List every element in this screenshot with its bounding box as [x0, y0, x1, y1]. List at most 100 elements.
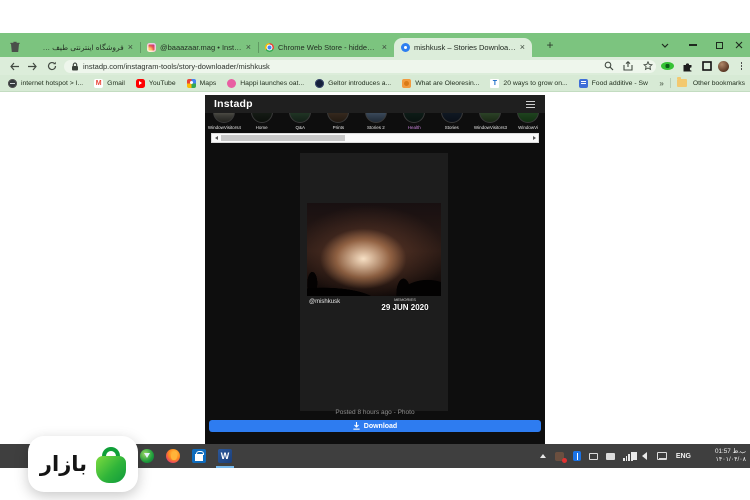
story-photo-lightning-storm[interactable] [307, 203, 441, 296]
folder-icon [677, 79, 687, 87]
browser-menu-icon[interactable] [735, 60, 748, 73]
reload-icon[interactable] [46, 60, 58, 72]
navy-site-icon [315, 79, 324, 88]
media-device-icon[interactable] [606, 451, 616, 461]
new-tab-button[interactable]: + [543, 38, 557, 52]
minimize-button[interactable] [680, 33, 706, 57]
bookmark-20-ways[interactable]: T20 ways to grow on... [490, 79, 567, 88]
back-icon[interactable] [8, 60, 20, 72]
bazaar-bag-icon [96, 451, 126, 483]
volume-icon[interactable] [640, 451, 650, 461]
network-signal-icon[interactable] [623, 451, 633, 461]
firefox-icon[interactable] [166, 449, 180, 463]
bookmarks-overflow-icon[interactable]: » [659, 79, 663, 88]
taskbar-clock[interactable]: 01:57 ب.ظ ۱۴۰۱/۰۴/۰۸ [700, 448, 746, 465]
gmail-icon: M [94, 79, 103, 88]
tab-mishkusk-stories[interactable]: mishkusk – Stories Downloader × [394, 38, 532, 57]
extensions-puzzle-icon[interactable] [681, 60, 694, 73]
bluetooth-icon[interactable] [572, 451, 582, 461]
close-tab-icon[interactable]: × [128, 43, 133, 52]
tab-shop-teyf-sanat[interactable]: فروشگاه اینترنتی طیف سنتر × [32, 38, 140, 57]
touch-keyboard-icon[interactable] [657, 451, 667, 461]
bookmark-internet-hotspot[interactable]: internet hotspot > I... [8, 79, 83, 88]
tabs-container: فروشگاه اینترنتی طیف سنتر × @baaazaar.ma… [32, 38, 532, 57]
profile-avatar[interactable] [717, 60, 730, 73]
recycle-bin-icon[interactable] [9, 41, 21, 53]
zoom-icon[interactable] [602, 60, 615, 73]
memories-sticker: MEMORIES 29 JUN 2020 [372, 297, 438, 312]
share-icon[interactable] [622, 60, 635, 73]
bazaar-badge: بازار [28, 436, 138, 492]
tab-title: فروشگاه اینترنتی طیف سنتر [39, 43, 124, 52]
hamburger-menu-icon[interactable] [526, 101, 535, 108]
tab-title: @baaazaar.mag • Instagram pho [160, 43, 242, 52]
tab-search-chevron-icon[interactable] [652, 33, 678, 57]
usb-icon[interactable] [589, 451, 599, 461]
bookmarks-list: internet hotspot > I... MGmail YouTube M… [8, 75, 648, 91]
taskbar-apps: W [140, 444, 232, 468]
screenshot-frame: فروشگاه اینترنتی طیف سنتر × @baaazaar.ma… [0, 0, 750, 500]
close-tab-icon[interactable]: × [382, 43, 387, 52]
tab-instagram-baaazaar[interactable]: @baaazaar.mag • Instagram pho × [140, 38, 258, 57]
other-bookmarks-button[interactable]: Other bookmarks [693, 80, 745, 87]
notification-app-icon[interactable] [555, 451, 565, 461]
word-icon: W [218, 449, 232, 463]
bookmark-geltor[interactable]: Geltor introduces a... [315, 79, 391, 88]
story-card: @mishkusk MEMORIES 29 JUN 2020 [300, 153, 448, 411]
bookmark-oleoresin[interactable]: What are Oleoresin... [402, 79, 479, 88]
divider [670, 78, 671, 88]
square-extension-icon[interactable] [700, 60, 713, 73]
microsoft-store-icon[interactable] [192, 449, 206, 463]
forward-icon[interactable] [27, 60, 39, 72]
bookmarks-bar: internet hotspot > I... MGmail YouTube M… [0, 75, 750, 92]
orange-site-icon [402, 79, 411, 88]
blue-t-icon: T [490, 79, 499, 88]
clock-time: 01:57 ب.ظ [715, 448, 746, 455]
close-window-button[interactable] [726, 33, 750, 57]
bookmarks-right-group: » Other bookmarks [653, 75, 745, 91]
tab-title: mishkusk – Stories Downloader [414, 43, 516, 52]
youtube-icon [136, 79, 145, 88]
scroll-right-arrow[interactable] [530, 134, 538, 142]
instadp-favicon [401, 43, 410, 52]
close-tab-icon[interactable]: × [246, 43, 251, 52]
idm-icon[interactable] [140, 449, 154, 463]
instagram-favicon [147, 43, 156, 52]
pink-site-icon [227, 79, 236, 88]
instadp-logo: Instadp [214, 98, 253, 110]
bookmark-gmail[interactable]: MGmail [94, 79, 125, 88]
tab-chrome-web-store[interactable]: Chrome Web Store - hiddengran × [258, 38, 394, 57]
story-username: @mishkusk [309, 299, 340, 305]
scroll-left-arrow[interactable] [212, 134, 220, 142]
bookmark-youtube[interactable]: YouTube [136, 79, 176, 88]
clock-date: ۱۴۰۱/۰۴/۰۸ [715, 456, 746, 463]
show-hidden-icons-chevron[interactable] [538, 451, 548, 461]
instadp-story-widget: Instadp WindowVisitors4 Home Q&A Prints … [205, 95, 545, 444]
instadp-header: Instadp [205, 95, 545, 113]
system-tray: ENG 01:57 ب.ظ ۱۴۰۱/۰۴/۰۸ [538, 444, 750, 468]
bazaar-wordmark: بازار [40, 452, 87, 476]
eye-extension-icon[interactable] [661, 60, 674, 73]
posted-meta: Posted 8 hours ago - Photo [205, 409, 545, 416]
scrollbar-track[interactable] [220, 134, 530, 142]
address-bar[interactable]: instadp.com/instagram-tools/story-downlo… [64, 60, 656, 73]
bookmark-happi[interactable]: Happi launches oat... [227, 79, 304, 88]
bookmark-food-additive[interactable]: Food additive - Swe... [579, 79, 648, 88]
download-icon [353, 422, 360, 430]
globe-dark-icon [8, 79, 17, 88]
download-button[interactable]: Download [209, 420, 541, 432]
bookmark-star-icon[interactable] [641, 60, 654, 73]
bookmark-maps[interactable]: Maps [187, 79, 217, 88]
blue-doc-icon [579, 79, 588, 88]
word-taskbar-item[interactable]: W [218, 444, 232, 468]
browser-toolbar: instadp.com/instagram-tools/story-downlo… [0, 57, 750, 75]
url-text: instadp.com/instagram-tools/story-downlo… [83, 62, 270, 71]
active-app-underline [216, 466, 234, 468]
google-maps-icon [187, 79, 196, 88]
language-indicator[interactable]: ENG [676, 453, 691, 460]
close-tab-icon[interactable]: × [520, 43, 525, 52]
tab-strip: فروشگاه اینترنتی طیف سنتر × @baaazaar.ma… [0, 33, 750, 57]
lock-icon [71, 62, 79, 71]
chrome-favicon [265, 43, 274, 52]
scrollbar-thumb[interactable] [221, 135, 345, 141]
